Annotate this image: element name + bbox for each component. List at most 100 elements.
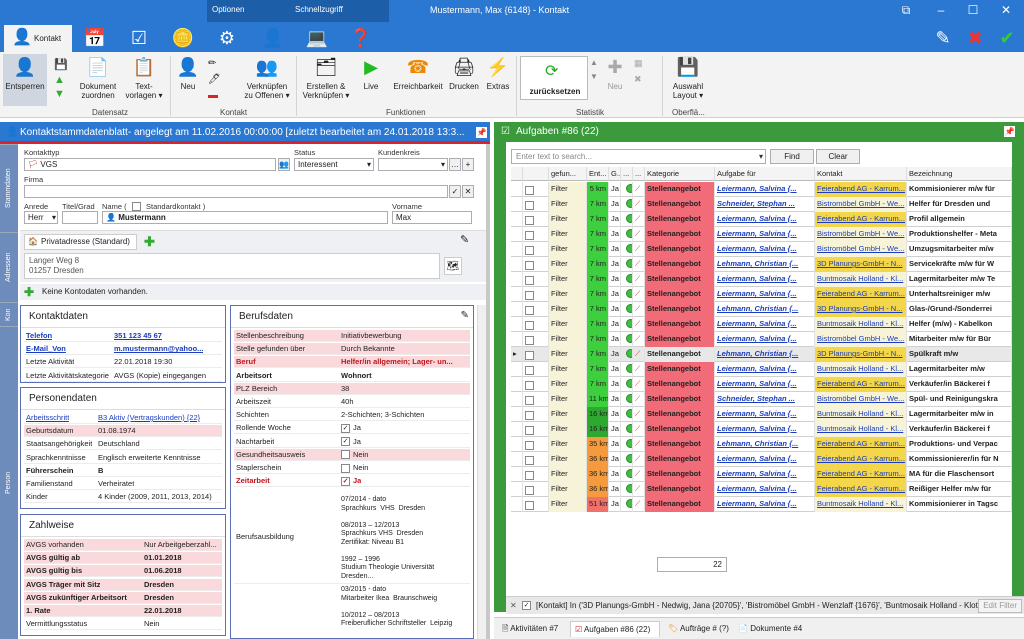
find-button[interactable]: Find (770, 149, 814, 164)
row-checkbox[interactable] (523, 362, 549, 377)
row-checkbox[interactable] (523, 437, 549, 452)
table-row[interactable]: Filter 36 km Ja ⟋ Stellenangebot Leiermann, S… (511, 467, 1012, 482)
table-row[interactable]: Filter 16 km Ja ⟋ Stellenangebot Leiermann, S… (511, 422, 1012, 437)
row-select-checkbox[interactable] (525, 320, 534, 330)
checkbox[interactable] (341, 450, 350, 460)
aufgabe-fuer-cell[interactable]: Leiermann, Salvina {... (715, 482, 815, 497)
table-row[interactable]: Filter 7 km Ja ⟋ Stellenangebot Lehmann, Chri… (511, 302, 1012, 317)
kundenkreis-more-icon[interactable]: … (449, 158, 461, 171)
table-row[interactable]: Filter 7 km Ja ⟋ Stellenangebot Schneider, St… (511, 197, 1012, 212)
grid-icon[interactable]: ▦ (634, 58, 643, 69)
titel-field[interactable] (62, 211, 98, 224)
row-select-checkbox[interactable] (525, 245, 534, 255)
row-checkbox[interactable] (523, 377, 549, 392)
add-address-icon[interactable]: ✚ (144, 234, 155, 250)
column-header[interactable]: gefun... (549, 167, 587, 181)
calendar-icon[interactable]: 📅 (82, 26, 108, 50)
table-row[interactable]: Filter 11 km Ja ⟋ Stellenangebot Schneider, S… (511, 392, 1012, 407)
column-header[interactable]: Ent... (587, 167, 609, 181)
add-konto-icon[interactable]: ✚ (24, 284, 34, 300)
column-header[interactable] (511, 167, 523, 181)
table-row[interactable]: Filter 36 km Ja ⟋ Stellenangebot Leiermann, S… (511, 452, 1012, 467)
row-select-checkbox[interactable] (525, 290, 534, 300)
row-checkbox[interactable] (523, 287, 549, 302)
kontakt-cell[interactable]: Bistromöbel GmbH - We... (815, 227, 907, 242)
kontakt-cell[interactable]: Feierabend AG - Karrum... (815, 437, 907, 452)
kontakt-cell[interactable]: Feierabend AG - Karrum... (815, 377, 907, 392)
tab-dokumente[interactable]: 📄 Dokumente #4 (734, 621, 804, 637)
detail-value[interactable]: m.mustermann@yahoo... (114, 343, 203, 355)
table-row[interactable]: Filter 7 km Ja ⟋ Stellenangebot Leiermann, Sa… (511, 377, 1012, 392)
vtab-person[interactable]: Person (0, 326, 18, 639)
kontakt-cell[interactable]: Feierabend AG - Karrum... (815, 182, 907, 197)
detail-value[interactable]: 351 123 45 67 (114, 330, 162, 342)
row-select-checkbox[interactable] (525, 440, 534, 450)
edit-address-icon[interactable]: ✎ (460, 233, 469, 246)
row-checkbox[interactable] (523, 407, 549, 422)
kontakt-cell[interactable]: Bistromöbel GmbH - We... (815, 197, 907, 212)
row-select-checkbox[interactable] (525, 260, 534, 270)
aufgabe-fuer-cell[interactable]: Leiermann, Salvina {... (715, 272, 815, 287)
delete-icon[interactable]: ✖ (634, 74, 642, 85)
vorname-field[interactable]: Max (392, 211, 472, 224)
row-checkbox[interactable] (523, 242, 549, 257)
tab-auftraege[interactable]: 🏷 Aufträge # (?) (664, 621, 730, 637)
row-checkbox[interactable] (523, 197, 549, 212)
left-scrollbar[interactable] (477, 305, 486, 639)
pencil-icon[interactable]: ✏ (208, 58, 216, 69)
minimize-icon[interactable]: – (930, 3, 952, 17)
kontakt-cell[interactable]: Feierabend AG - Karrum... (815, 452, 907, 467)
row-checkbox[interactable] (523, 332, 549, 347)
kontakt-cell[interactable]: Feierabend AG - Karrum... (815, 482, 907, 497)
kontakt-cell[interactable]: Buntmosaik Holland - Kl... (815, 317, 907, 332)
column-header[interactable]: Kontakt (815, 167, 907, 181)
erstellen-button[interactable]: 🗂 Erstellen & Verknüpfen ▾ (300, 54, 352, 100)
tab-aktivitaeten[interactable]: 🗎 Aktivitäten #7 (498, 621, 568, 637)
kontakt-cell[interactable]: Buntmosaik Holland - Kl... (815, 497, 907, 512)
aufgabe-fuer-cell[interactable]: Leiermann, Salvina {... (715, 182, 815, 197)
aufgabe-fuer-cell[interactable]: Leiermann, Salvina {... (715, 467, 815, 482)
vtab-konto[interactable]: Kon (0, 302, 18, 326)
pen-icon[interactable]: 🖊 (208, 74, 221, 85)
table-row[interactable]: Filter 7 km Ja ⟋ Stellenangebot Leiermann, Sa… (511, 332, 1012, 347)
search-input[interactable]: Enter text to search... ▾ (511, 149, 766, 164)
kontakt-cell[interactable]: 3D Planungs-GmbH - N... (815, 302, 907, 317)
aufgabe-fuer-cell[interactable]: Leiermann, Salvina {... (715, 497, 815, 512)
confirm-icon[interactable]: ✔ (994, 26, 1020, 50)
row-select-checkbox[interactable] (525, 365, 534, 375)
table-row[interactable]: Filter 7 km Ja ⟋ Stellenangebot Leiermann, Sa… (511, 272, 1012, 287)
table-row[interactable]: Filter 35 km Ja ⟋ Stellenangebot Lehmann, Chr… (511, 437, 1012, 452)
row-checkbox[interactable] (523, 467, 549, 482)
name-field[interactable]: 👤 Mustermann (102, 211, 388, 224)
scroll-down-icon[interactable]: ▼ (590, 72, 598, 81)
row-select-checkbox[interactable] (525, 305, 534, 315)
arrow-down-icon[interactable]: ▼ (54, 88, 65, 100)
aufgabe-fuer-cell[interactable]: Lehmann, Christian {... (715, 257, 815, 272)
statistik-box[interactable]: ⟳ zurücksetzen (520, 56, 588, 100)
row-select-checkbox[interactable] (525, 470, 534, 480)
row-checkbox[interactable] (523, 422, 549, 437)
live-button[interactable]: ▶ Live (356, 54, 386, 91)
extras-button[interactable]: ⚡ Extras (484, 54, 512, 91)
checkbox[interactable]: ✓ (341, 476, 350, 486)
close-filter-icon[interactable]: ✕ (510, 597, 517, 614)
vtab-adressen[interactable]: Adressen (0, 232, 18, 302)
anrede-select[interactable]: Herr ▾ (24, 211, 58, 224)
coins-icon[interactable]: 🪙 (170, 26, 196, 50)
edit-icon[interactable]: ✎ (930, 26, 956, 50)
row-checkbox[interactable] (523, 227, 549, 242)
aufgabe-fuer-cell[interactable]: Leiermann, Salvina {... (715, 422, 815, 437)
row-checkbox[interactable] (523, 212, 549, 227)
kontakt-cell[interactable]: 3D Planungs-GmbH - N... (815, 347, 907, 362)
tab-aufgaben[interactable]: ☑ Aufgaben #86 (22) (570, 621, 660, 637)
tab-optionen[interactable]: Optionen (212, 5, 244, 14)
table-row[interactable]: Filter 16 km Ja ⟋ Stellenangebot Leiermann, S… (511, 407, 1012, 422)
row-select-checkbox[interactable] (525, 215, 534, 225)
aufgabe-fuer-cell[interactable]: Leiermann, Salvina {... (715, 212, 815, 227)
drucken-button[interactable]: 🖨 Drucken (446, 54, 482, 91)
row-select-checkbox[interactable] (525, 395, 534, 405)
aufgabe-fuer-cell[interactable]: Leiermann, Salvina {... (715, 287, 815, 302)
kontakttyp-field[interactable]: 🏳 VGS (24, 158, 276, 171)
cancel-icon[interactable]: ✖ (962, 26, 988, 50)
column-header[interactable]: ... (621, 167, 633, 181)
